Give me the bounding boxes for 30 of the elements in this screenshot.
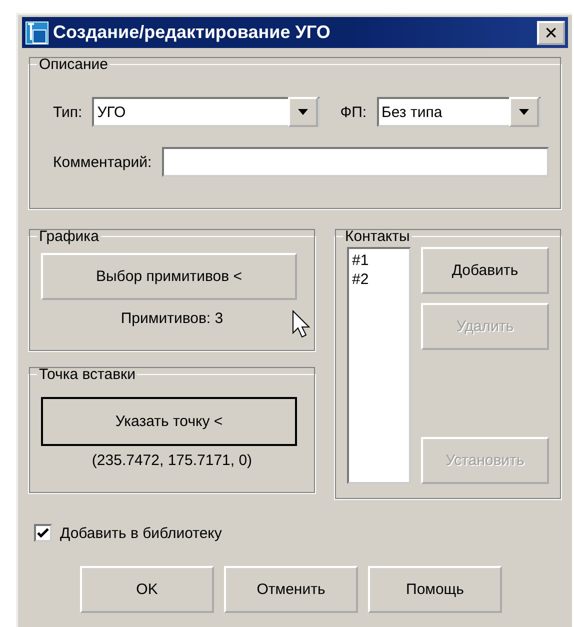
dialog-button[interactable]: Помощь — [368, 566, 502, 613]
comment-label: Комментарий: — [53, 154, 152, 170]
pick-point-button[interactable]: Указать точку < — [41, 397, 297, 446]
check-icon — [37, 527, 49, 539]
type-label: Тип: — [53, 104, 82, 120]
contacts-list[interactable]: #1 #2 — [347, 247, 411, 484]
list-item[interactable]: #1 — [352, 251, 369, 270]
list-item[interactable]: #2 — [352, 270, 369, 289]
point-coordinates: (235.7472, 175.7171, 0) — [90, 452, 254, 469]
dropdown-arrow-icon — [518, 108, 530, 116]
contact-button[interactable]: Добавить — [421, 247, 549, 294]
select-primitives-button[interactable]: Выбор примитивов < — [41, 253, 297, 300]
checkbox-label: Добавить в библиотеку — [60, 524, 222, 542]
mouse-cursor-icon — [292, 310, 310, 338]
group-title: Графика — [38, 228, 100, 245]
comment-field[interactable] — [162, 147, 549, 177]
checkbox[interactable] — [34, 524, 52, 542]
fp-label: ФП: — [340, 104, 367, 120]
group-title: Точка вставки — [38, 366, 136, 383]
group-title: Контакты — [344, 228, 411, 245]
dropdown-arrow-icon — [297, 108, 310, 116]
app-icon — [25, 20, 49, 44]
dialog-button[interactable]: Отменить — [224, 566, 358, 613]
dialog-button[interactable]: OK — [80, 566, 214, 613]
fp-dropdown[interactable]: Без типа — [376, 97, 541, 127]
group-title: Описание — [38, 56, 110, 73]
type-dropdown[interactable]: УГО — [92, 97, 320, 127]
window-title: Создание/редактирование УГО — [53, 22, 332, 43]
primitives-count: Примитивов: 3 — [120, 310, 224, 327]
close-button[interactable]: × — [537, 20, 565, 44]
